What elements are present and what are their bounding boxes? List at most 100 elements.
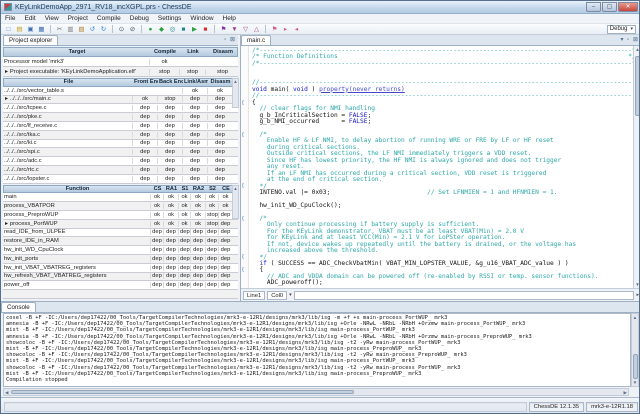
table-row[interactable]: ../../../src/ki.cdepdepdepdep [3,140,238,149]
tab-main-c[interactable]: main.c [241,35,271,45]
step-out-icon[interactable]: △ [252,25,261,34]
menu-settings[interactable]: Settings [158,15,182,22]
close-button[interactable]: ✕ [618,2,638,12]
title-bar[interactable]: KEyLinkDemoApp_2971_RV18_incXGPL.prs - C… [1,1,640,14]
menu-help[interactable]: Help [223,15,236,22]
explorer-pane-icons[interactable]: ▫ ⊠ [224,36,236,43]
link-icon[interactable]: ◎ [168,25,177,34]
code-line[interactable]: ADC_poweroff(); [252,280,633,286]
cut-icon[interactable]: ✂ [55,25,64,34]
undo-icon[interactable]: ↺ [88,25,97,34]
console-scroll-right-icon[interactable]: ▶ [624,389,627,396]
status-dropdown-icon[interactable]: ▾ [289,292,292,298]
column-header[interactable]: Link [180,49,206,55]
tab-project-explorer[interactable]: Project explorer [3,35,58,45]
column-header[interactable]: S1 [179,186,191,192]
find-icon[interactable]: ⊙ [117,25,126,34]
step-into-icon[interactable]: ▼ [230,25,239,34]
code-area[interactable]: { { { { { { /*-------------------------------… [241,46,640,288]
table-row[interactable]: hw_init_WD_CpuClockdepdepdepdepdepdep [3,246,238,255]
column-header[interactable]: Link/Asm [183,79,208,85]
stop-icon[interactable]: ■ [201,25,210,34]
status-expand-icon[interactable]: ▸ [636,292,639,298]
compile-icon[interactable]: ● [146,25,155,34]
table-row[interactable]: hw_refresh_VBAT_VBATREG_registersdepdepd… [3,273,238,282]
menu-debug[interactable]: Debug [130,15,149,22]
debug-flag-icon[interactable]: ⚑ [219,25,228,34]
fold-marker-icon[interactable]: { [242,132,244,138]
redo-icon[interactable]: ↻ [99,25,108,34]
table-row[interactable]: ../../../src/pke.cdepdepdepdep [3,113,238,122]
fold-marker-icon[interactable]: { [242,267,244,273]
build-mode-combo[interactable]: Debug▾ [607,25,636,34]
menu-window[interactable]: Window [190,15,213,22]
fold-marker-icon[interactable]: { [242,254,244,260]
column-header[interactable]: RA2 [191,186,206,192]
save-all-icon[interactable]: ▦ [37,25,46,34]
table-row[interactable]: ▸../../../src/main.cokstopdepdep [3,96,238,105]
column-header[interactable]: RA1 [164,186,179,192]
bookmark-add-icon[interactable]: ⚑ [270,25,279,34]
column-header[interactable]: Back End [158,79,183,85]
editor-vertical-scrollbar[interactable]: ▲ ▼ [633,46,640,288]
column-header[interactable]: Function [4,186,151,192]
console-scroll-thumb[interactable] [633,354,638,379]
column-header[interactable]: Compile [150,49,180,55]
table-scrollbar[interactable]: ▲ [232,185,239,219]
table-row[interactable]: ../../../src/lopster.cdepdepdepdep [3,175,238,184]
table-row[interactable]: ../../../src/vector_table.sokok [3,87,238,96]
column-header[interactable]: Disasm [206,49,240,55]
column-header[interactable]: File [4,79,133,85]
table-row[interactable]: restore_IDE_in_RAMdepdepdepdepdepdep [3,237,238,246]
fold-marker-icon[interactable]: { [242,100,244,106]
column-header[interactable]: S2 [206,186,219,192]
column-header[interactable]: CE [219,186,233,192]
console-output[interactable]: cosel -B +F -IC:/Users/dep17422/00_Tools… [3,313,631,387]
table-row[interactable]: ../../../src/spi.cdepdepdepdep [3,148,238,157]
bookmark-prev-icon[interactable]: ◂ [292,25,301,34]
column-header[interactable]: Disasm [208,79,233,85]
table-row[interactable]: hw_init_VBAT_VBATREG_registersdepdepdepd… [3,264,238,273]
table-row[interactable]: power_offdepdepdepdepdepdep [3,281,238,290]
tab-console[interactable]: Console [1,302,36,312]
step-over-icon[interactable]: ▽ [241,25,250,34]
table-scrollbar[interactable]: ▲ [232,78,239,108]
table-row[interactable]: mainokokokokokok [3,193,238,202]
console-scroll-left-icon[interactable]: ◀ [5,389,8,396]
code-line[interactable]: /*--------------------------------------… [252,61,633,67]
table-row[interactable]: ../../../src/lf_receive.cdepdepdepdep [3,122,238,131]
new-file-icon[interactable]: □ [4,25,13,34]
editor-search-field[interactable] [294,291,635,300]
paste-icon[interactable]: ▧ [77,25,86,34]
table-row[interactable]: process_VBATPORokokokokokok [3,202,238,211]
fold-marker-icon[interactable]: { [242,216,244,222]
table-row[interactable]: process_PreproWUPokokokokstopdep [3,211,238,220]
table-row[interactable]: Processor model 'mrk3'ok [3,57,238,67]
menu-edit[interactable]: Edit [24,15,35,22]
menu-view[interactable]: View [45,15,59,22]
scroll-down-icon[interactable]: ▼ [634,281,640,288]
code-line[interactable]: //--------------------------------------… [252,93,633,99]
maximize-button[interactable]: ▢ [602,2,617,12]
console-horizontal-scrollbar[interactable]: ◀ ▶ [3,388,629,396]
open-icon[interactable]: ▤ [15,25,24,34]
table-row[interactable]: hw_init_portsdepdepdepdepdepdep [3,255,238,264]
fold-marker-icon[interactable]: { [242,183,244,189]
table-row[interactable]: read_IDE_from_ULPEEdepdepdepdepdepdep [3,229,238,238]
table-row[interactable]: ▸Project executable: 'KEyLinkDemoApplica… [3,67,238,77]
scroll-up-icon[interactable]: ▲ [634,46,640,53]
build-all-icon[interactable]: ■ [179,25,188,34]
console-hscroll-thumb[interactable] [11,390,354,394]
console-vertical-scrollbar[interactable]: ▲ ▼ [631,313,639,387]
menu-file[interactable]: File [5,15,15,22]
column-header[interactable]: CS [151,186,164,192]
bookmark-next-icon[interactable]: ▸ [281,25,290,34]
console-scroll-up-icon[interactable]: ▲ [632,314,638,321]
editor-pane-icons[interactable]: ▾ ▫ ⊠ [621,36,640,43]
table-row[interactable]: ../../../src/rtc.cdepdepdepdep [3,166,238,175]
find-next-icon[interactable]: ⊘ [128,25,137,34]
table-row[interactable]: ../../../src/tka.cdepdepdepdep [3,131,238,140]
table-row[interactable] [3,290,238,299]
assemble-icon[interactable]: ◆ [157,25,166,34]
menu-compile[interactable]: Compile [97,15,121,22]
